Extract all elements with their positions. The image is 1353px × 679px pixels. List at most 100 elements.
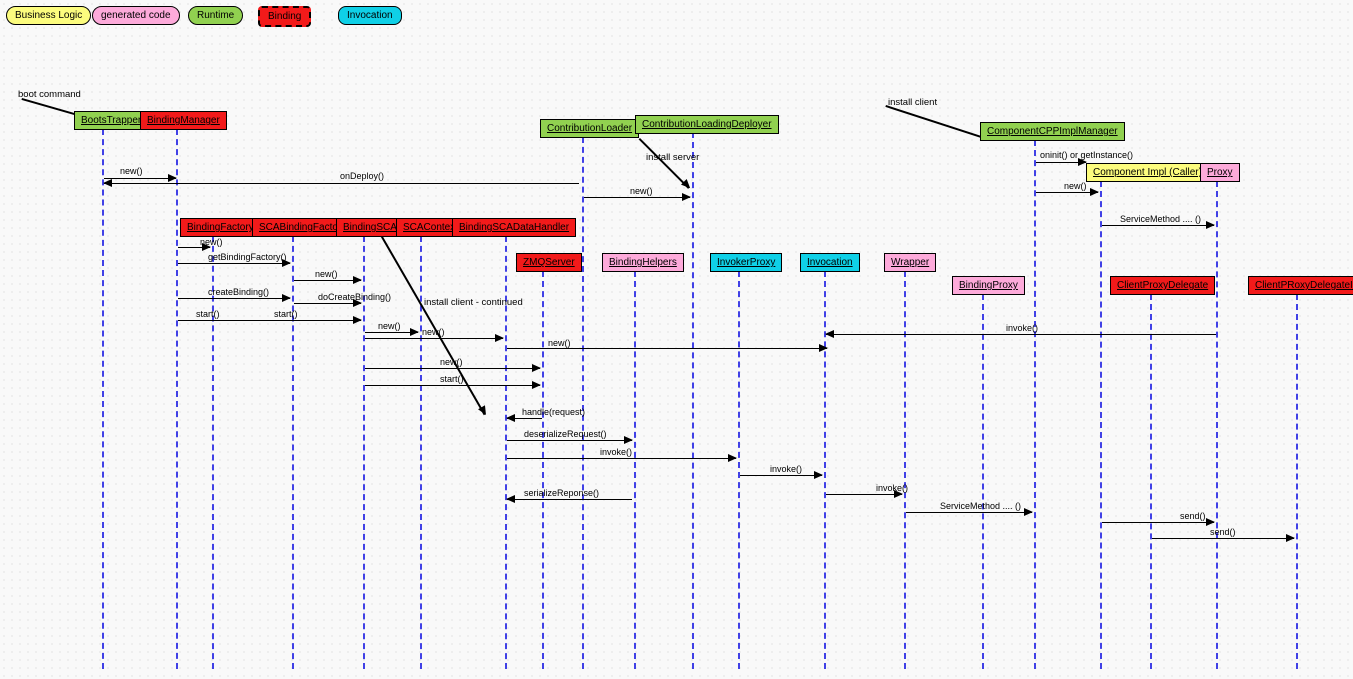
participant-contributionloader: ContributionLoader (540, 119, 639, 138)
lifeline-compimpl (1100, 181, 1102, 669)
label-new6: new() (422, 327, 445, 337)
label-start1: start() (196, 309, 220, 319)
participant-bindingsca: BindingSCA (336, 218, 404, 237)
participant-zmqserver: ZMQServer (516, 253, 582, 272)
participant-contributionloadingdeployer: ContributionLoadingDeployer (635, 115, 779, 134)
msg-new-compimpl (1036, 192, 1098, 193)
msg-ondeploy (104, 183, 579, 184)
lifeline-bindfact (212, 236, 214, 669)
lifeline-bindmgr (176, 129, 178, 669)
participant-proxy: Proxy (1200, 163, 1240, 182)
label-new3: new() (200, 237, 223, 247)
arrow-install-client (886, 105, 991, 140)
lifeline-invproxy (738, 271, 740, 669)
lifeline-contribload (582, 137, 584, 669)
legend-runtime: Runtime (188, 6, 243, 25)
lifeline-zmq (542, 271, 544, 669)
lifeline-bindhelp (634, 271, 636, 669)
msg-new-long (507, 348, 827, 349)
participant-bindingproxy: BindingProxy (952, 276, 1025, 295)
msg-docreatebind (294, 303, 361, 304)
label-install-client: install client (888, 97, 937, 108)
participant-bootstrapper: BootsTrapper (74, 111, 148, 130)
label-new7: new() (548, 338, 571, 348)
participant-componentcppimplmanager: ComponentCPPImplManager (980, 122, 1125, 141)
label-install-client-cont: install client - continued (424, 297, 523, 308)
label-start2: start() (274, 309, 298, 319)
msg-serialize (507, 499, 632, 500)
lifeline-bindproxy (982, 294, 984, 669)
participant-invokerproxy: InvokerProxy (710, 253, 782, 272)
msg-start-zmq (365, 385, 540, 386)
arrow-install-server (639, 138, 690, 189)
participant-clientproxydelegate: ClientProxyDelegate (1110, 276, 1215, 295)
lifeline-clientpd (1150, 294, 1152, 669)
label-invoke3: invoke() (876, 483, 908, 493)
lifeline-scabindfact (292, 236, 294, 669)
msg-new-contribdeploy (584, 197, 690, 198)
participant-componentimpl: Component Impl (Caller) (1086, 163, 1209, 182)
lifeline-cppmgr (1034, 140, 1036, 669)
legend-invocation: Invocation (338, 6, 402, 25)
msg-deserialize (507, 440, 632, 441)
label-start3: start() (440, 374, 464, 384)
label-boot-command: boot command (18, 89, 81, 100)
label-new1: new() (120, 166, 143, 176)
msg-handle (507, 418, 542, 419)
msg-new-scadatah (365, 338, 503, 339)
label-new5: new() (378, 321, 401, 331)
lifeline-contribdeploy (692, 132, 694, 669)
label-invoke4: invoke() (1006, 323, 1038, 333)
label-send1: send() (1180, 511, 1206, 521)
label-getbindfact: getBindingFactory() (208, 252, 287, 262)
participant-bindinghelpers: BindingHelpers (602, 253, 684, 272)
lifeline-clientpdimpl (1296, 294, 1298, 669)
label-install-server: install server (646, 152, 699, 163)
lifeline-wrapper (904, 271, 906, 669)
label-send2: send() (1210, 527, 1236, 537)
msg-new-bindsca (294, 280, 361, 281)
participant-bindingmanager: BindingManager (140, 111, 227, 130)
label-oninit: oninit() or getInstance() (1040, 150, 1133, 160)
lifeline-boot (102, 129, 104, 669)
label-ondeploy: onDeploy() (340, 171, 384, 181)
msg-invoke2 (740, 475, 822, 476)
participant-clientproxydelegateimpl: ClientPRoxyDelegateImpl (1248, 276, 1353, 295)
label-new8: new() (440, 357, 463, 367)
legend-generated: generated code (92, 6, 180, 25)
label-servicemethod: ServiceMethod .... () (1120, 214, 1201, 224)
legend-binding: Binding (258, 6, 311, 27)
msg-new-zmq (365, 368, 540, 369)
label-invoke2: invoke() (770, 464, 802, 474)
msg-new-scactx (365, 332, 418, 333)
label-new2: new() (630, 186, 653, 196)
label-docreatebind: doCreateBinding() (318, 292, 391, 302)
legend-business: Business Logic (6, 6, 91, 25)
msg-new-bindmgr (104, 178, 176, 179)
msg-invoke1 (507, 458, 736, 459)
label-createbind: createBinding() (208, 287, 269, 297)
msg-createbind (178, 298, 290, 299)
msg-new-bindfact (178, 247, 210, 248)
label-deserialize: deserializeRequest() (524, 429, 607, 439)
msg-start1 (178, 320, 361, 321)
msg-invoke-left (826, 334, 1216, 335)
msg-send1 (1102, 522, 1214, 523)
label-handle: handle(request) (522, 407, 585, 417)
msg-invoke3 (826, 494, 902, 495)
participant-bindingfactory: BindingFactory (180, 218, 261, 237)
msg-servicemethod2 (906, 512, 1032, 513)
label-new4: new() (315, 269, 338, 279)
msg-send2 (1152, 538, 1294, 539)
label-invoke1: invoke() (600, 447, 632, 457)
label-new9: new() (1064, 181, 1087, 191)
msg-servicemethod (1102, 225, 1214, 226)
participant-invocation: Invocation (800, 253, 860, 272)
participant-bindingscadatahandler: BindingSCADataHandler (452, 218, 576, 237)
label-servicemethod2: ServiceMethod .... () (940, 501, 1021, 511)
msg-getbindfact (178, 263, 290, 264)
msg-oninit (1036, 162, 1086, 163)
lifeline-proxy (1216, 181, 1218, 669)
participant-wrapper: Wrapper (884, 253, 936, 272)
label-serialize: serializeReponse() (524, 488, 599, 498)
